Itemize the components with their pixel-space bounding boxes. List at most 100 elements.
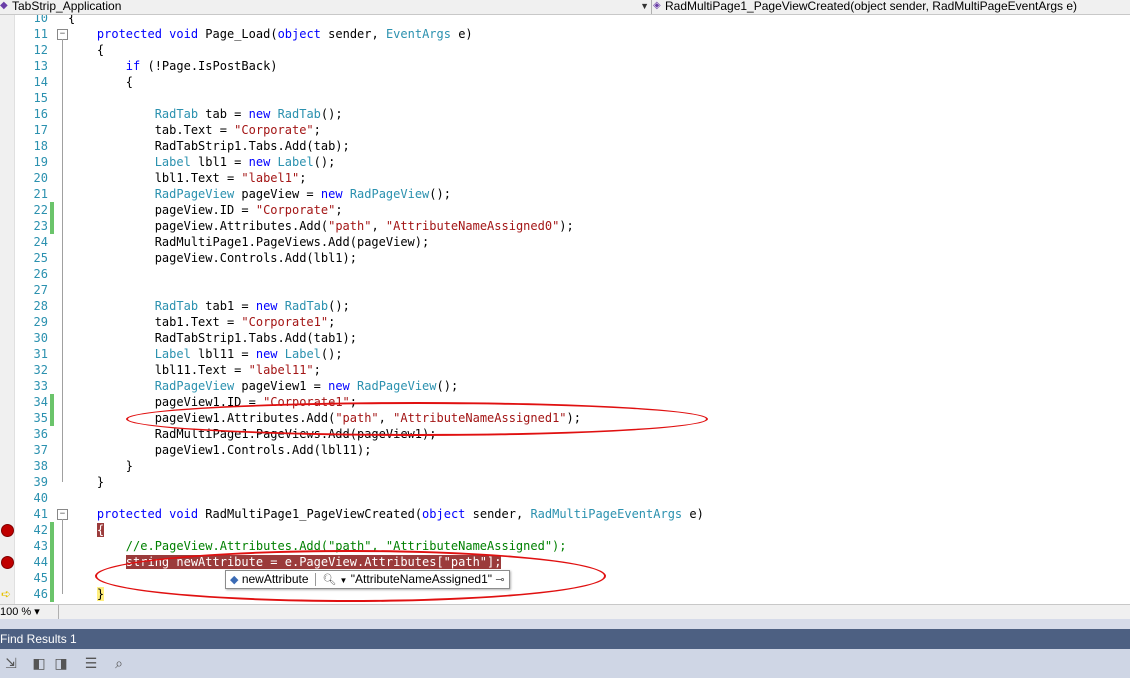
- code-line[interactable]: 37 pageView1.Controls.Add(lbl11);: [0, 442, 1130, 458]
- outline-guide: [62, 39, 63, 482]
- code-line[interactable]: 35 pageView1.Attributes.Add("path", "Att…: [0, 410, 1130, 426]
- code-line[interactable]: 46 ➪ }: [0, 586, 1130, 602]
- code-text[interactable]: string newAttribute = e.PageView.Attribu…: [68, 554, 502, 570]
- zoom-level[interactable]: 100 % ▾: [0, 605, 59, 619]
- stop-find-icon[interactable]: ⌕: [110, 654, 128, 672]
- code-text[interactable]: {: [68, 74, 133, 90]
- prev-result-icon[interactable]: ◧: [30, 654, 48, 672]
- code-text[interactable]: Label lbl11 = new Label();: [68, 346, 343, 362]
- line-number: 24: [33, 235, 48, 249]
- code-line[interactable]: 27: [0, 282, 1130, 298]
- code-line[interactable]: 14 {: [0, 74, 1130, 90]
- code-line[interactable]: 36 RadMultiPage1.PageViews.Add(pageView1…: [0, 426, 1130, 442]
- code-text[interactable]: RadPageView pageView1 = new RadPageView(…: [68, 378, 459, 394]
- code-line[interactable]: 18 RadTabStrip1.Tabs.Add(tab);: [0, 138, 1130, 154]
- code-line[interactable]: 34 pageView1.ID = "Corporate1";: [0, 394, 1130, 410]
- member-dropdown[interactable]: ◈ RadMultiPage1_PageViewCreated(object se…: [653, 0, 1130, 14]
- code-text[interactable]: pageView1.Attributes.Add("path", "Attrib…: [68, 410, 581, 426]
- code-text[interactable]: RadTab tab = new RadTab();: [68, 106, 343, 122]
- line-number: 26: [33, 267, 48, 281]
- code-text[interactable]: pageView.Attributes.Add("path", "Attribu…: [68, 218, 574, 234]
- code-line[interactable]: 28 RadTab tab1 = new RadTab();: [0, 298, 1130, 314]
- code-line[interactable]: 24 RadMultiPage1.PageViews.Add(pageView)…: [0, 234, 1130, 250]
- code-text[interactable]: tab1.Text = "Corporate1";: [68, 314, 336, 330]
- code-line[interactable]: 45: [0, 570, 1130, 586]
- code-line[interactable]: 16 RadTab tab = new RadTab();: [0, 106, 1130, 122]
- change-marker: [50, 202, 54, 218]
- code-text[interactable]: RadTab tab1 = new RadTab();: [68, 298, 350, 314]
- clear-icon[interactable]: ☰: [82, 654, 100, 672]
- code-text[interactable]: }: [68, 474, 104, 490]
- code-line[interactable]: 21 RadPageView pageView = new RadPageVie…: [0, 186, 1130, 202]
- datatip[interactable]: ◆ newAttribute 🔍︎ ▼ "AttributeNameAssign…: [225, 570, 510, 589]
- code-text[interactable]: RadMultiPage1.PageViews.Add(pageView);: [68, 234, 430, 250]
- code-line[interactable]: 43 //e.PageView.Attributes.Add("path", "…: [0, 538, 1130, 554]
- code-line[interactable]: 32 lbl11.Text = "label11";: [0, 362, 1130, 378]
- code-text[interactable]: pageView.ID = "Corporate";: [68, 202, 343, 218]
- code-line[interactable]: 23 pageView.Attributes.Add("path", "Attr…: [0, 218, 1130, 234]
- code-line[interactable]: 40: [0, 490, 1130, 506]
- code-text[interactable]: lbl11.Text = "label11";: [68, 362, 321, 378]
- code-line[interactable]: 31 Label lbl11 = new Label();: [0, 346, 1130, 362]
- code-text[interactable]: RadPageView pageView = new RadPageView()…: [68, 186, 451, 202]
- code-line[interactable]: 29 tab1.Text = "Corporate1";: [0, 314, 1130, 330]
- code-line[interactable]: 22 pageView.ID = "Corporate";: [0, 202, 1130, 218]
- code-text[interactable]: if (!Page.IsPostBack): [68, 58, 278, 74]
- code-line[interactable]: 13 if (!Page.IsPostBack): [0, 58, 1130, 74]
- next-result-icon[interactable]: ◨: [52, 654, 70, 672]
- code-line[interactable]: 41− protected void RadMultiPage1_PageVie…: [0, 506, 1130, 522]
- code-text[interactable]: pageView.Controls.Add(lbl1);: [68, 250, 357, 266]
- code-text[interactable]: Label lbl1 = new Label();: [68, 154, 336, 170]
- code-text[interactable]: {: [68, 15, 75, 26]
- code-editor[interactable]: 10 {11− protected void Page_Load(object s…: [0, 15, 1130, 604]
- go-to-icon[interactable]: ⇲: [2, 654, 20, 672]
- code-line[interactable]: 10 {: [0, 15, 1130, 26]
- line-number: 20: [33, 171, 48, 185]
- code-line[interactable]: 15: [0, 90, 1130, 106]
- code-text[interactable]: RadTabStrip1.Tabs.Add(tab);: [68, 138, 350, 154]
- code-text[interactable]: lbl1.Text = "label1";: [68, 170, 307, 186]
- code-text[interactable]: pageView1.Controls.Add(lbl11);: [68, 442, 372, 458]
- code-line[interactable]: 42 {: [0, 522, 1130, 538]
- code-line[interactable]: 39 }: [0, 474, 1130, 490]
- code-text[interactable]: {: [68, 42, 104, 58]
- code-line[interactable]: 26: [0, 266, 1130, 282]
- code-text[interactable]: protected void RadMultiPage1_PageViewCre…: [68, 506, 704, 522]
- code-text[interactable]: {: [68, 522, 105, 538]
- breakpoint-icon[interactable]: [1, 524, 14, 537]
- change-marker: [50, 410, 54, 426]
- code-text[interactable]: }: [68, 458, 133, 474]
- code-text[interactable]: RadMultiPage1.PageViews.Add(pageView1);: [68, 426, 437, 442]
- pin-icon[interactable]: ⊸: [495, 574, 504, 586]
- code-line[interactable]: 20 lbl1.Text = "label1";: [0, 170, 1130, 186]
- line-number: 44: [33, 555, 48, 569]
- line-number: 17: [33, 123, 48, 137]
- code-line[interactable]: 12 {: [0, 42, 1130, 58]
- code-text[interactable]: pageView1.ID = "Corporate1";: [68, 394, 357, 410]
- magnifier-icon[interactable]: 🔍︎: [322, 574, 336, 586]
- visualizer-dropdown-icon[interactable]: ▼: [340, 576, 348, 585]
- class-dropdown[interactable]: ◆ TabStrip_Application ▼: [0, 0, 652, 14]
- line-number: 21: [33, 187, 48, 201]
- line-number: 39: [33, 475, 48, 489]
- line-number: 10: [33, 15, 48, 25]
- code-text[interactable]: }: [68, 586, 105, 602]
- code-line[interactable]: 38 }: [0, 458, 1130, 474]
- code-text[interactable]: protected void Page_Load(object sender, …: [68, 26, 473, 42]
- code-line[interactable]: 33 RadPageView pageView1 = new RadPageVi…: [0, 378, 1130, 394]
- code-line[interactable]: 17 tab.Text = "Corporate";: [0, 122, 1130, 138]
- code-text[interactable]: RadTabStrip1.Tabs.Add(tab1);: [68, 330, 357, 346]
- code-line[interactable]: 19 Label lbl1 = new Label();: [0, 154, 1130, 170]
- code-text[interactable]: tab.Text = "Corporate";: [68, 122, 321, 138]
- code-text[interactable]: //e.PageView.Attributes.Add("path", "Att…: [68, 538, 567, 554]
- panel-splitter[interactable]: [0, 619, 1130, 629]
- code-line[interactable]: 44 string newAttribute = e.PageView.Attr…: [0, 554, 1130, 570]
- code-line[interactable]: 30 RadTabStrip1.Tabs.Add(tab1);: [0, 330, 1130, 346]
- line-number: 11: [33, 27, 48, 41]
- code-line[interactable]: 11− protected void Page_Load(object send…: [0, 26, 1130, 42]
- breakpoint-icon[interactable]: [1, 556, 14, 569]
- class-icon: ◆: [0, 0, 8, 11]
- outline-guide: [62, 519, 63, 594]
- code-line[interactable]: 25 pageView.Controls.Add(lbl1);: [0, 250, 1130, 266]
- line-number: 46: [33, 587, 48, 601]
